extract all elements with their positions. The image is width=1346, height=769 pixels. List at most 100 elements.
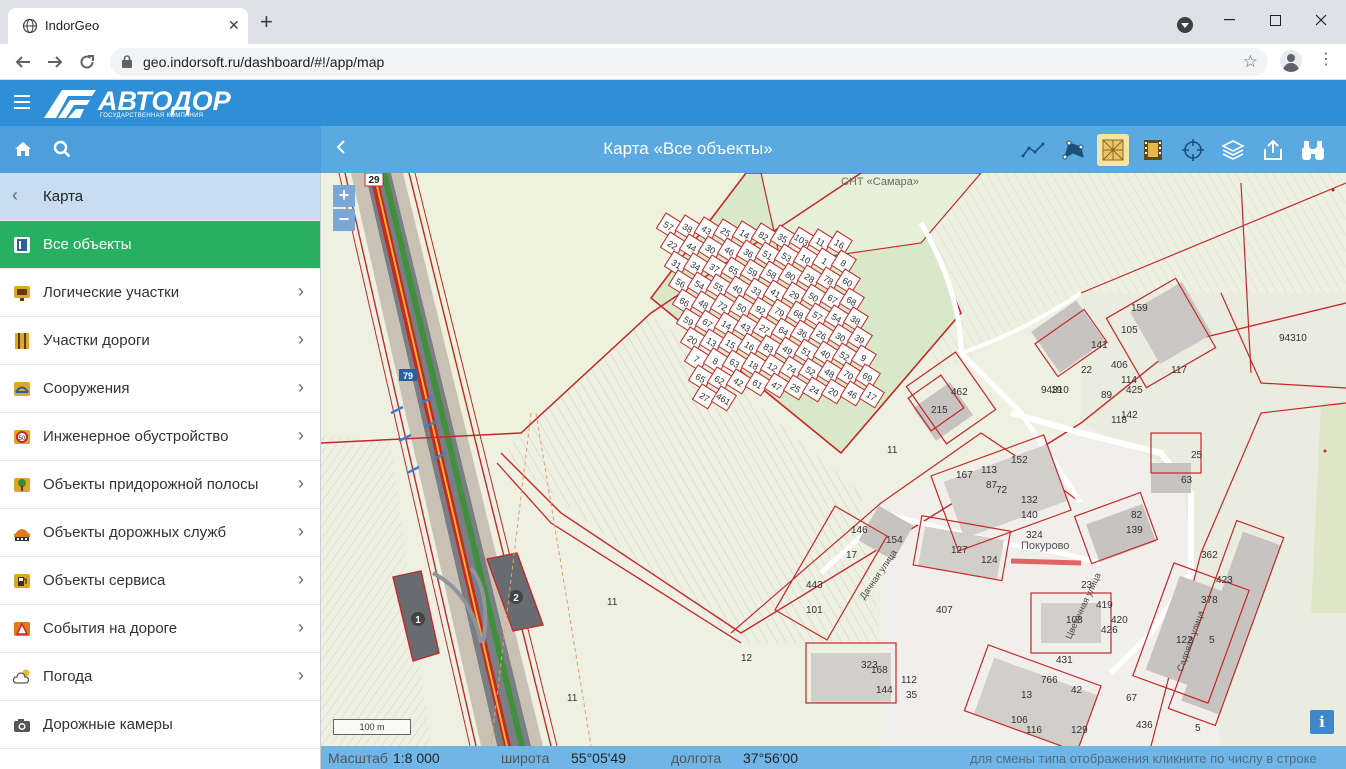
parcel-label[interactable]: 89 [1101, 390, 1113, 401]
scale-value[interactable]: 1:8 000 [393, 750, 440, 766]
sidebar-item-road-sections[interactable]: Участки дороги › [0, 317, 320, 365]
search-icon[interactable] [53, 140, 71, 158]
bus-stop-1-label[interactable]: 1 [415, 615, 421, 626]
parcel-label[interactable]: 443 [806, 580, 823, 591]
parcel-label[interactable]: 140 [1021, 510, 1038, 521]
parcel-label[interactable]: 152 [1011, 455, 1028, 466]
parcel-label[interactable]: 63 [1181, 475, 1193, 486]
close-window-button[interactable] [1298, 6, 1344, 34]
parcel-label[interactable]: 378 [1201, 595, 1218, 606]
zoom-in-button[interactable]: + [333, 185, 355, 207]
address-bar[interactable]: geo.indorsoft.ru/dashboard/#!/app/map ☆ [110, 48, 1268, 76]
new-tab-button[interactable]: + [260, 11, 273, 33]
parcel-label[interactable]: 35 [906, 690, 918, 701]
hamburger-menu-icon[interactable] [14, 95, 30, 109]
zoom-out-button[interactable]: − [333, 209, 355, 231]
sidebar-item-weather[interactable]: Погода › [0, 653, 320, 701]
parcel-label[interactable]: 17 [846, 550, 858, 561]
longitude-value[interactable]: 37°56'00 [743, 750, 798, 766]
parcel-label[interactable]: 436 [1136, 720, 1153, 731]
sidebar-item-logical-sections[interactable]: Логические участки › [0, 269, 320, 317]
forward-button[interactable] [43, 50, 67, 74]
sidebar-item-road-services[interactable]: Объекты дорожных служб › [0, 509, 320, 557]
tool-line-measure[interactable] [1017, 134, 1049, 166]
tab-close-icon[interactable]: ✕ [228, 17, 240, 34]
parcel-label[interactable]: 13 [1021, 690, 1033, 701]
parcel-label[interactable]: 82 [1131, 510, 1143, 521]
back-button[interactable] [11, 50, 35, 74]
parcel-label[interactable]: 42 [1071, 685, 1083, 696]
tool-binoculars[interactable] [1297, 134, 1329, 166]
parcel-label[interactable]: 116 [1026, 725, 1042, 736]
parcel-label[interactable]: 22 [1081, 365, 1093, 376]
tool-layers[interactable] [1217, 134, 1249, 166]
parcel-label[interactable]: 462 [951, 387, 968, 398]
parcel-label[interactable]: 139 [1126, 525, 1143, 536]
parcel-label[interactable]: 141 [1091, 340, 1108, 351]
parcel-label[interactable]: 159 [1131, 303, 1148, 314]
tab-search-icon[interactable] [1177, 17, 1193, 33]
parcel-label[interactable]: 112 [901, 675, 917, 686]
parcel-label[interactable]: 132 [1021, 495, 1038, 506]
parcel-label[interactable]: 168 [871, 665, 888, 676]
parcel-label[interactable]: 87 [986, 480, 998, 491]
parcel-label[interactable]: 108 [1066, 615, 1083, 626]
map-canvas[interactable]: 1 2 29 79 СНТ «Самара» 94310 Покурово Да… [321, 173, 1346, 746]
reload-button[interactable] [75, 50, 99, 74]
parcel-label[interactable]: 426 [1101, 625, 1118, 636]
parcel-label[interactable]: 146 [851, 525, 868, 536]
latitude-value[interactable]: 55°05'49 [571, 750, 626, 766]
tool-polygon-measure[interactable] [1057, 134, 1089, 166]
bookmark-star-icon[interactable]: ☆ [1243, 52, 1258, 72]
browser-menu-icon[interactable]: ⋮ [1318, 52, 1334, 68]
parcel-label[interactable]: 23 [1081, 580, 1093, 591]
parcel-label[interactable]: 144 [876, 685, 893, 696]
parcel-label[interactable]: 25 [1191, 450, 1203, 461]
parcel-label[interactable]: 122 [1176, 635, 1193, 646]
info-button[interactable]: i [1310, 710, 1334, 734]
home-icon[interactable] [14, 141, 32, 157]
parcel-label[interactable]: 362 [1201, 550, 1218, 561]
parcel-label[interactable]: 154 [886, 535, 903, 546]
parcel-label[interactable]: 67 [1126, 693, 1138, 704]
parcel-label[interactable]: 19 [1051, 385, 1063, 396]
profile-avatar-icon[interactable] [1280, 50, 1302, 72]
parcel-label[interactable]: 419 [1096, 600, 1113, 611]
sidebar-item-structures[interactable]: Сооружения › [0, 365, 320, 413]
bus-stop-2-label[interactable]: 2 [513, 593, 519, 604]
maximize-button[interactable] [1252, 6, 1298, 34]
collapse-sidebar-chevron-icon[interactable] [336, 138, 346, 161]
minimize-button[interactable] [1206, 6, 1252, 34]
tool-share[interactable] [1257, 134, 1289, 166]
sidebar-item-all-objects[interactable]: Все объекты [0, 221, 320, 269]
sidebar-item-service[interactable]: Объекты сервиса › [0, 557, 320, 605]
parcel-label[interactable]: 766 [1041, 675, 1058, 686]
parcel-label[interactable]: 167 [956, 470, 973, 481]
sidebar-item-cameras[interactable]: Дорожные камеры [0, 701, 320, 749]
parcel-label[interactable]: 431 [1056, 655, 1073, 666]
sidebar-back-header[interactable]: ‹ Карта [0, 173, 320, 221]
parcel-label[interactable]: 407 [936, 605, 953, 616]
tool-locate[interactable] [1177, 134, 1209, 166]
sidebar-item-label: Объекты дорожных служб [43, 524, 227, 541]
parcel-label[interactable]: 127 [951, 545, 968, 556]
tool-map-layer[interactable] [1097, 134, 1129, 166]
parcel-label[interactable]: 129 [1071, 725, 1088, 736]
parcel-label[interactable]: 324 [1026, 530, 1043, 541]
sidebar-item-engineering[interactable]: 50 Инженерное обустройство › [0, 413, 320, 461]
parcel-label[interactable]: 425 [1126, 385, 1143, 396]
parcel-label[interactable]: 101 [806, 605, 823, 616]
parcel-label[interactable]: 124 [981, 555, 998, 566]
tool-film[interactable] [1137, 134, 1169, 166]
parcel-label[interactable]: 118 [1111, 415, 1127, 426]
browser-tab[interactable]: IndorGeo ✕ [8, 8, 248, 44]
parcel-label[interactable]: 215 [931, 405, 948, 416]
parcel-label[interactable]: 423 [1216, 575, 1233, 586]
parcel-label[interactable]: 113 [981, 465, 997, 476]
parcel-label[interactable]: 72 [996, 485, 1008, 496]
parcel-label[interactable]: 406 [1111, 360, 1128, 371]
sidebar-item-road-events[interactable]: События на дороге › [0, 605, 320, 653]
parcel-label[interactable]: 105 [1121, 325, 1138, 336]
sidebar-item-roadside[interactable]: Объекты придорожной полосы › [0, 461, 320, 509]
parcel-label[interactable]: 117 [1171, 365, 1187, 376]
